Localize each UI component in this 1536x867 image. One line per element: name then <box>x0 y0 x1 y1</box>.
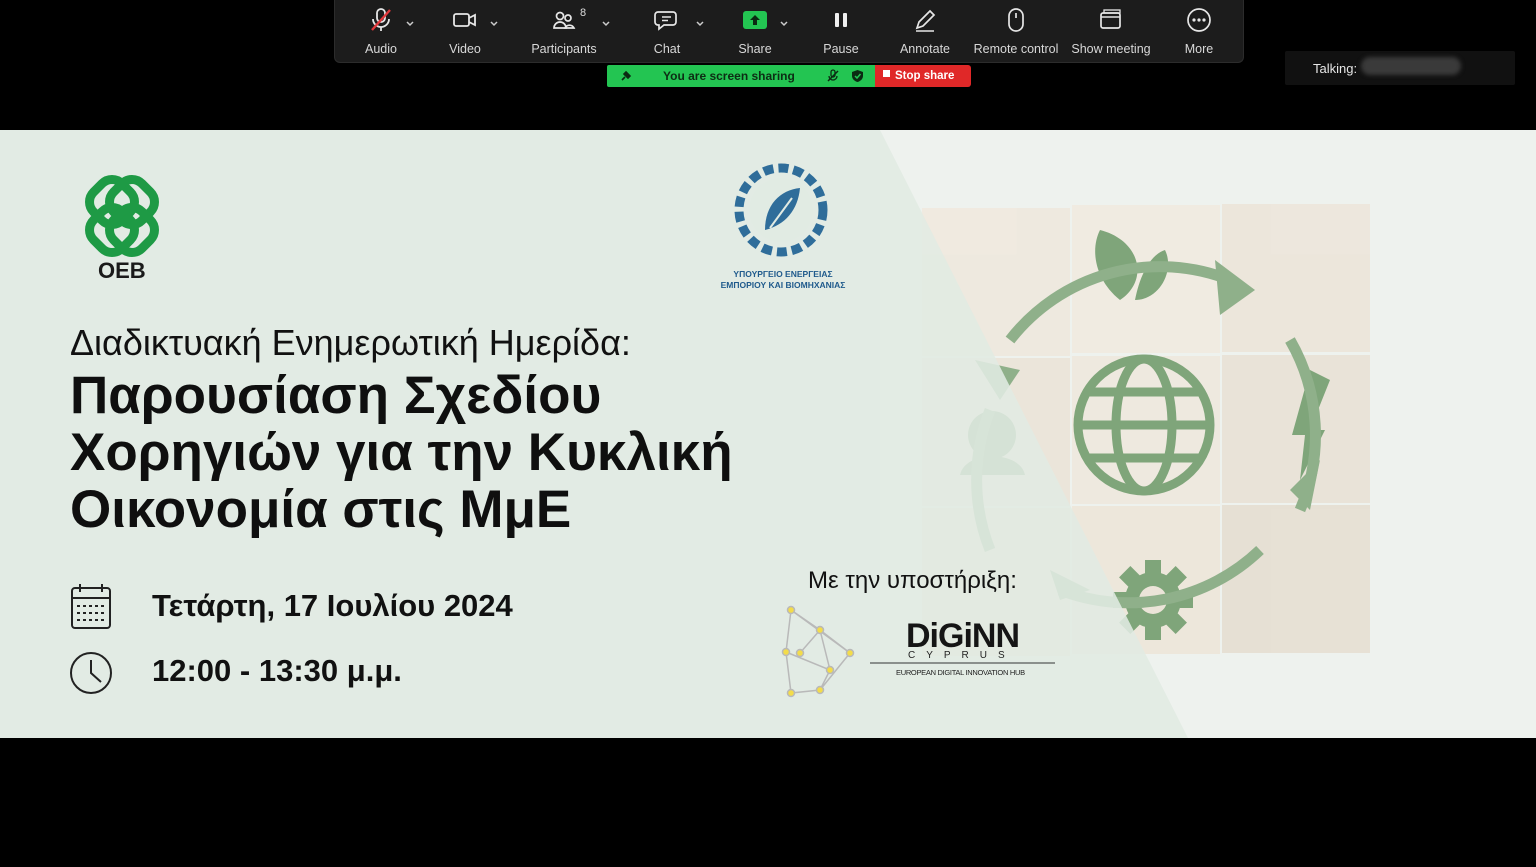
annotate-label: Annotate <box>899 42 951 56</box>
annotate-button[interactable]: Annotate <box>895 0 955 63</box>
participants-button[interactable]: Participants <box>531 0 597 63</box>
chat-button[interactable]: Chat <box>647 0 687 63</box>
window-icon <box>1100 9 1121 29</box>
pause-icon <box>835 13 847 27</box>
security-shield-icon[interactable] <box>851 69 864 83</box>
chat-options-chevron-icon[interactable] <box>695 20 705 28</box>
participants-label: Participants <box>531 42 597 56</box>
diginn-hub-text: EUROPEAN DIGITAL INNOVATION HUB <box>896 668 1025 677</box>
share-screen-icon <box>743 11 767 29</box>
event-subtitle: Διαδικτυακή Ενημερωτική Ημερίδα: <box>70 322 631 363</box>
screen-sharing-bar: You are screen sharing Stop share <box>607 65 971 87</box>
participants-options-chevron-icon[interactable] <box>601 20 611 28</box>
ministry-name-line1: ΥΠΟΥΡΓΕΙΟ ΕΝΕΡΓΕΙΑΣ <box>733 269 833 279</box>
event-time: 12:00 - 13:30 μ.μ. <box>152 653 402 688</box>
stop-share-label: Stop share <box>895 70 955 82</box>
talking-indicator: Talking: <box>1285 51 1515 85</box>
mouse-icon <box>1008 8 1024 32</box>
stop-square-icon <box>883 69 890 77</box>
shared-slide: OEB ΥΠΟΥΡΓΕΙΟ ΕΝΕΡΓΕΙΑΣ ΕΜΠΟΡΙΟΥ ΚΑΙ ΒΙΟ… <box>0 130 1536 738</box>
redacted-name <box>1361 57 1461 75</box>
event-date: Τετάρτη, 17 Ιουλίου 2024 <box>152 588 513 623</box>
pin-icon[interactable] <box>619 69 633 83</box>
remote-control-button[interactable]: Remote control <box>973 0 1059 63</box>
talking-label: Talking: <box>1313 61 1358 76</box>
video-options-chevron-icon[interactable] <box>489 20 499 28</box>
share-button[interactable]: Share <box>735 0 775 63</box>
sharing-status[interactable]: You are screen sharing <box>607 65 875 87</box>
support-label: Με την υποστήριξη: <box>808 567 1017 594</box>
remote-control-label: Remote control <box>973 42 1059 56</box>
video-button[interactable]: Video <box>445 0 485 63</box>
video-label: Video <box>449 42 481 56</box>
meeting-toolbar: Audio Video Participants 8 Chat Share Pa… <box>334 0 1244 63</box>
oeb-logo-graphic <box>85 175 159 257</box>
event-title-line2: Χορηγιών για την Κυκλική <box>70 423 733 482</box>
participants-icon <box>553 11 576 29</box>
audio-button[interactable]: Audio <box>361 0 401 63</box>
participants-count: 8 <box>580 7 587 19</box>
share-options-chevron-icon[interactable] <box>779 20 789 28</box>
event-title-line1: Παρουσίαση Σχεδίου <box>70 366 602 425</box>
more-ellipsis-icon <box>1187 8 1211 32</box>
show-meeting-button[interactable]: Show meeting <box>1071 0 1151 63</box>
video-camera-icon <box>453 13 476 27</box>
diginn-cyprus-text: CYPRUS <box>908 650 1016 661</box>
pencil-icon <box>915 9 936 32</box>
oeb-logo-text: OEB <box>98 258 146 283</box>
ministry-name-line2: ΕΜΠΟΡΙΟΥ ΚΑΙ ΒΙΟΜΗΧΑΝΙΑΣ <box>720 280 846 290</box>
show-meeting-label: Show meeting <box>1071 42 1151 56</box>
audio-label: Audio <box>365 42 397 56</box>
chat-bubble-icon <box>654 11 677 31</box>
microphone-muted-icon <box>371 8 391 31</box>
sharing-status-text: You are screen sharing <box>663 69 795 83</box>
more-label: More <box>1184 42 1214 56</box>
audio-muted-icon[interactable] <box>827 69 839 83</box>
share-label: Share <box>738 42 772 56</box>
event-title-line3: Οικονομία στις ΜμΕ <box>70 480 572 539</box>
audio-options-chevron-icon[interactable] <box>405 20 415 28</box>
stop-share-button[interactable]: Stop share <box>875 65 971 87</box>
pause-button[interactable]: Pause <box>821 0 861 63</box>
more-button[interactable]: More <box>1179 0 1219 63</box>
pause-label: Pause <box>823 42 859 56</box>
chat-label: Chat <box>653 42 681 56</box>
event-title: Παρουσίαση Σχεδίου Χορηγιών για την Κυκλ… <box>70 367 733 538</box>
